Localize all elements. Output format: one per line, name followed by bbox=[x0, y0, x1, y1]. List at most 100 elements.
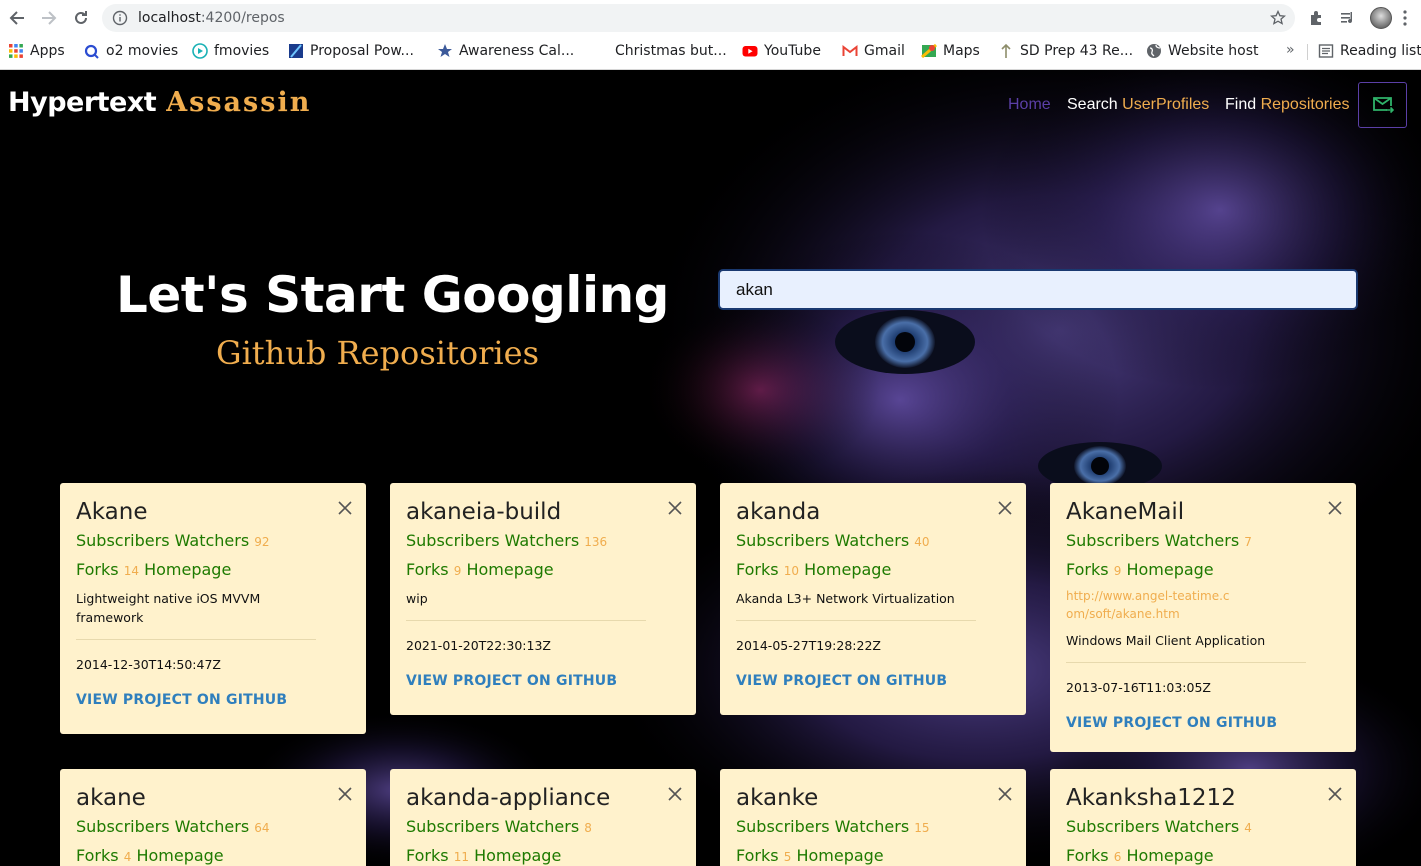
repo-name: Akane bbox=[76, 499, 148, 525]
watchers-count: 15 bbox=[914, 821, 930, 835]
homepage-label: Homepage bbox=[144, 560, 232, 579]
bookmark-gmail[interactable]: Gmail bbox=[842, 42, 905, 60]
view-on-github-link[interactable]: VIEW PROJECT ON GITHUB bbox=[406, 672, 680, 690]
media-queue-icon[interactable] bbox=[1339, 9, 1357, 27]
repo-forks: Forks 9 Homepage bbox=[1066, 560, 1214, 579]
view-on-github-link[interactable]: VIEW PROJECT ON GITHUB bbox=[76, 691, 350, 709]
repo-description: Akanda L3+ Network Virtualization bbox=[736, 591, 955, 606]
repo-description: Windows Mail Client Application bbox=[1066, 633, 1266, 648]
bookmark-maps[interactable]: Maps bbox=[921, 42, 980, 60]
view-on-github-link[interactable]: VIEW PROJECT ON GITHUB bbox=[1066, 714, 1340, 732]
browser-menu-icon[interactable] bbox=[1401, 9, 1409, 27]
forks-count: 9 bbox=[1113, 564, 1122, 578]
close-icon[interactable] bbox=[998, 787, 1012, 801]
contact-mail-button[interactable] bbox=[1358, 82, 1407, 128]
repo-homepage-link[interactable]: http://www.angel-teatime.com/soft/akane.… bbox=[1066, 587, 1236, 623]
repo-forks: Forks 14 Homepage bbox=[76, 560, 232, 579]
reload-icon[interactable] bbox=[69, 6, 93, 30]
play-icon bbox=[192, 43, 208, 59]
repo-watchers: Subscribers Watchers 92 bbox=[76, 531, 270, 550]
info-icon[interactable] bbox=[112, 10, 128, 26]
extensions-icon[interactable] bbox=[1308, 9, 1326, 27]
gmail-icon bbox=[842, 44, 858, 56]
close-icon[interactable] bbox=[1328, 501, 1342, 515]
repo-name: akane bbox=[76, 785, 146, 811]
bookmark-youtube[interactable]: YouTube bbox=[742, 42, 821, 60]
bookmark-apps[interactable]: Apps bbox=[8, 42, 65, 60]
bookmark-label: YouTube bbox=[764, 43, 821, 59]
close-icon[interactable] bbox=[1328, 787, 1342, 801]
watchers-count: 136 bbox=[584, 535, 608, 549]
repo-card: akanda-appliance Subscribers Watchers 8 … bbox=[390, 769, 696, 866]
repo-watchers: Subscribers Watchers 15 bbox=[736, 817, 930, 836]
apps-grid-icon bbox=[9, 44, 23, 58]
brand-accent: Assassin bbox=[166, 87, 312, 118]
reading-list-label: Reading list bbox=[1340, 43, 1421, 59]
close-icon[interactable] bbox=[668, 501, 682, 515]
repo-name: akanda bbox=[736, 499, 821, 525]
url-text[interactable]: localhost:4200/repos bbox=[138, 10, 285, 26]
bookmark-label: Awareness Cal... bbox=[459, 43, 575, 59]
repo-forks: Forks 11 Homepage bbox=[406, 846, 562, 865]
brand-main: Hypertext bbox=[8, 87, 157, 118]
nav-search-userprofiles[interactable]: Search UserProfiles bbox=[1067, 96, 1209, 114]
bookmark-awareness[interactable]: Awareness Cal... bbox=[437, 42, 574, 60]
repo-description: wip bbox=[406, 591, 428, 606]
bookmark-christmas[interactable]: Christmas but... bbox=[593, 42, 727, 60]
homepage-label: Homepage bbox=[1126, 846, 1214, 865]
repo-watchers: Subscribers Watchers 64 bbox=[76, 817, 270, 836]
nav-home[interactable]: Home bbox=[1008, 96, 1051, 114]
repo-name: akanda-appliance bbox=[406, 785, 611, 811]
browser-chrome: localhost:4200/repos Apps o2 movies fmov… bbox=[0, 0, 1421, 70]
repo-watchers: Subscribers Watchers 8 bbox=[406, 817, 592, 836]
view-on-github-link[interactable]: VIEW PROJECT ON GITHUB bbox=[736, 672, 1010, 690]
browser-toolbar: localhost:4200/repos bbox=[0, 0, 1421, 36]
nav-find-repositories[interactable]: Find Repositories bbox=[1225, 96, 1350, 114]
star-icon bbox=[438, 44, 452, 57]
youtube-icon bbox=[742, 46, 758, 57]
repo-watchers: Subscribers Watchers 136 bbox=[406, 531, 608, 550]
nav-userprofiles-word: UserProfiles bbox=[1122, 96, 1210, 113]
close-icon[interactable] bbox=[998, 501, 1012, 515]
repo-card: akaneia-build Subscribers Watchers 136 F… bbox=[390, 483, 696, 715]
repo-watchers: Subscribers Watchers 7 bbox=[1066, 531, 1252, 550]
forks-count: 5 bbox=[783, 850, 792, 864]
profile-avatar-icon[interactable] bbox=[1370, 7, 1392, 29]
address-bar[interactable]: localhost:4200/repos bbox=[102, 4, 1295, 32]
bookmark-website-host[interactable]: Website host bbox=[1146, 42, 1258, 60]
divider bbox=[736, 620, 976, 621]
repo-card: akanda Subscribers Watchers 40 Forks 10 … bbox=[720, 483, 1026, 715]
bookmark-label: SD Prep 43 Re... bbox=[1020, 43, 1134, 59]
repo-name: Akanksha1212 bbox=[1066, 785, 1236, 811]
reading-list[interactable]: Reading list bbox=[1318, 42, 1421, 60]
forks-count: 14 bbox=[123, 564, 139, 578]
repo-name: akaneia-build bbox=[406, 499, 562, 525]
repo-search-input[interactable] bbox=[718, 269, 1358, 310]
watchers-count: 4 bbox=[1244, 821, 1252, 835]
close-icon[interactable] bbox=[338, 787, 352, 801]
bookmark-proposal[interactable]: Proposal Pow... bbox=[288, 42, 414, 60]
watchers-count: 64 bbox=[254, 821, 270, 835]
blank-icon bbox=[593, 43, 609, 59]
close-icon[interactable] bbox=[338, 501, 352, 515]
bookmarks-more[interactable]: » bbox=[1286, 42, 1295, 58]
page: Hypertext Assassin Home Search UserProfil… bbox=[0, 70, 1421, 866]
nav-repositories-word: Repositories bbox=[1260, 96, 1350, 113]
forks-count: 9 bbox=[453, 564, 462, 578]
bookmark-label: Maps bbox=[943, 43, 980, 59]
bookmark-sd-prep[interactable]: SD Prep 43 Re... bbox=[998, 42, 1133, 60]
back-icon[interactable] bbox=[5, 6, 29, 30]
bookmark-fmovies[interactable]: fmovies bbox=[192, 42, 269, 60]
forward-icon[interactable] bbox=[37, 6, 61, 30]
bookmark-label: o2 movies bbox=[106, 43, 179, 59]
bookmark-star-icon[interactable] bbox=[1270, 10, 1286, 26]
hero-subtitle: Github Repositories bbox=[216, 334, 539, 372]
homepage-label: Homepage bbox=[804, 560, 892, 579]
close-icon[interactable] bbox=[668, 787, 682, 801]
brand-logo[interactable]: Hypertext Assassin bbox=[8, 87, 311, 118]
repo-created-date: 2021-01-20T22:30:13Z bbox=[406, 638, 551, 653]
bookmark-label: Gmail bbox=[864, 43, 905, 59]
watchers-count: 8 bbox=[584, 821, 592, 835]
bookmark-o2-movies[interactable]: o2 movies bbox=[84, 42, 178, 60]
repo-created-date: 2014-05-27T19:28:22Z bbox=[736, 638, 881, 653]
